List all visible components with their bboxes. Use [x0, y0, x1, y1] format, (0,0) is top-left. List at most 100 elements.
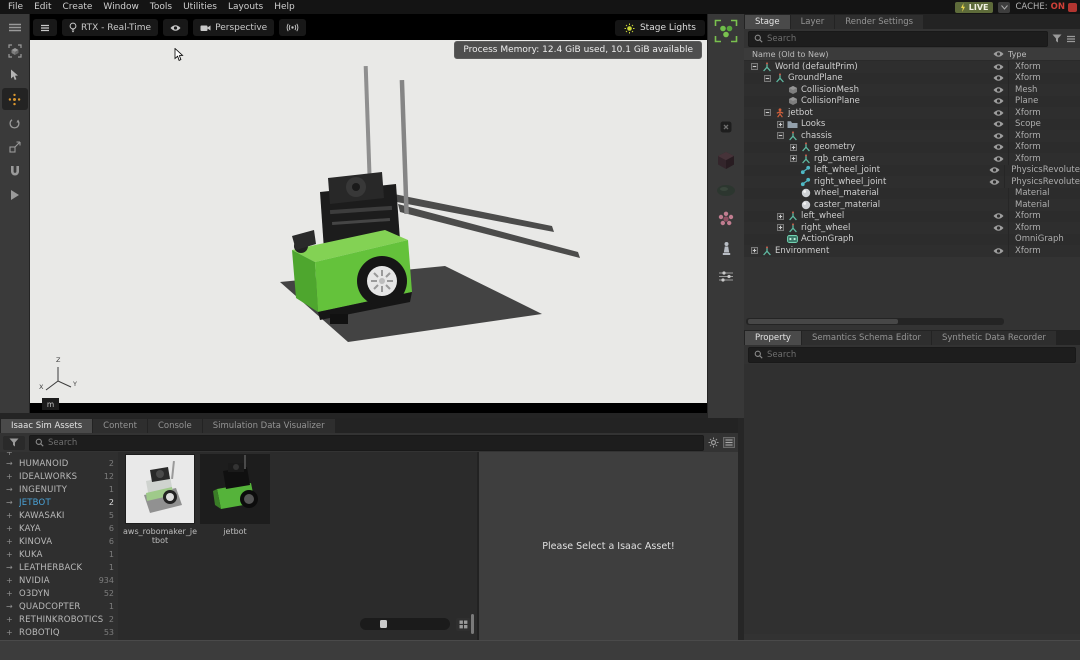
category-expander-icon[interactable]: +: [6, 589, 15, 598]
menu-help[interactable]: Help: [274, 2, 295, 12]
assets-search-input[interactable]: [48, 438, 698, 448]
category-expander-icon[interactable]: +: [6, 628, 15, 637]
vertical-divider[interactable]: [738, 418, 744, 640]
stage-tree-row-right-wheel[interactable]: right_wheelXform: [744, 222, 1080, 234]
menu-file[interactable]: File: [8, 2, 23, 12]
expander-icon[interactable]: [750, 247, 758, 254]
slider-handle[interactable]: [380, 620, 387, 628]
visibility-eye-icon[interactable]: [988, 212, 1008, 220]
cube-icon[interactable]: [711, 151, 741, 170]
bottom-tab-simulation-data-visualizer[interactable]: Simulation Data Visualizer: [203, 419, 335, 433]
asset-card-aws-robomaker-jetbot[interactable]: aws_robomaker_jetbot: [122, 454, 198, 545]
grid-view-button[interactable]: [456, 618, 471, 631]
viewport-options-button[interactable]: [33, 19, 57, 36]
stage-tree-row-collisionplane[interactable]: CollisionPlanePlane: [744, 96, 1080, 108]
assets-filter-button[interactable]: [3, 436, 25, 450]
gear-icon[interactable]: [708, 437, 719, 448]
stage-tree-row-groundplane[interactable]: GroundPlaneXform: [744, 73, 1080, 85]
visibility-eye-icon[interactable]: [988, 224, 1008, 232]
expander-icon[interactable]: [776, 132, 784, 139]
menu-tools[interactable]: Tools: [150, 2, 172, 12]
stage-tree-row-geometry[interactable]: geometryXform: [744, 142, 1080, 154]
asset-category-kaya[interactable]: +KAYA6: [0, 522, 118, 535]
stage-tree-row-environment[interactable]: EnvironmentXform: [744, 245, 1080, 257]
asset-thumbnail[interactable]: [125, 454, 195, 524]
viewport-scene[interactable]: Z X Y: [30, 40, 707, 403]
category-expander-icon[interactable]: →: [6, 602, 15, 611]
bottom-tab-content[interactable]: Content: [93, 419, 147, 433]
viewport-layout-menu-icon[interactable]: [2, 16, 28, 38]
category-expander-icon[interactable]: +: [6, 550, 15, 559]
assets-search-box[interactable]: [29, 435, 704, 451]
category-expander-icon[interactable]: →: [6, 459, 15, 468]
category-expander-icon[interactable]: +: [6, 472, 15, 481]
settings-sliders-icon[interactable]: [711, 270, 741, 283]
thumbnail-size-slider[interactable]: [360, 618, 450, 630]
asset-category-robotiq[interactable]: +ROBOTIQ53: [0, 626, 118, 639]
asset-category-idealworks[interactable]: +IDEALWORKS12: [0, 470, 118, 483]
expander-icon[interactable]: [763, 109, 771, 116]
asset-category-nvidia[interactable]: +NVIDIA934: [0, 574, 118, 587]
visibility-eye-icon[interactable]: [984, 166, 1004, 174]
signal-button[interactable]: [279, 19, 306, 36]
visibility-eye-icon[interactable]: [988, 247, 1008, 255]
stage-tree-row-world-defaultprim[interactable]: World (defaultPrim)Xform: [744, 61, 1080, 73]
category-expander-icon[interactable]: →: [6, 563, 15, 572]
camera-select-button[interactable]: Perspective: [193, 19, 274, 36]
stage-tree-row-wheel-material[interactable]: wheel_materialMaterial: [744, 188, 1080, 200]
stage-tree-row-caster-material[interactable]: caster_materialMaterial: [744, 199, 1080, 211]
menu-create[interactable]: Create: [63, 2, 93, 12]
rotate-tool-icon[interactable]: [2, 112, 28, 134]
physics-icon[interactable]: [711, 211, 741, 227]
expander-icon[interactable]: [789, 144, 797, 151]
renderer-select-button[interactable]: RTX - Real-Time: [62, 19, 158, 36]
visibility-eye-icon[interactable]: [988, 63, 1008, 71]
stage-tab-render-settings[interactable]: Render Settings: [835, 15, 923, 29]
expander-icon[interactable]: [776, 121, 784, 128]
stage-lights-button[interactable]: Stage Lights: [615, 20, 705, 36]
asset-category-quadcopter[interactable]: →QUADCOPTER1: [0, 600, 118, 613]
stage-search-box[interactable]: [748, 31, 1048, 47]
stage-horizontal-scrollbar[interactable]: [746, 318, 1004, 325]
stage-tree-row-left-wheel-joint[interactable]: left_wheel_jointPhysicsRevolute: [744, 165, 1080, 177]
expander-icon[interactable]: [750, 63, 758, 70]
visibility-menu-button[interactable]: [163, 19, 188, 36]
property-tab-property[interactable]: Property: [745, 331, 801, 345]
select-box-icon[interactable]: [2, 40, 28, 62]
stage-tree-row-chassis[interactable]: chassisXform: [744, 130, 1080, 142]
expander-icon[interactable]: [776, 224, 784, 231]
asset-category-kawasaki[interactable]: +KAWASAKI5: [0, 509, 118, 522]
visibility-eye-icon[interactable]: [988, 132, 1008, 140]
property-tab-semantics-schema-editor[interactable]: Semantics Schema Editor: [802, 331, 931, 345]
stage-tree-row-jetbot[interactable]: jetbotXform: [744, 107, 1080, 119]
menu-window[interactable]: Window: [103, 2, 139, 12]
asset-thumbnail[interactable]: [200, 454, 270, 524]
visibility-eye-icon[interactable]: [988, 97, 1008, 105]
expander-icon[interactable]: [763, 75, 771, 82]
visibility-eye-icon[interactable]: [988, 143, 1008, 151]
stage-options-icon[interactable]: [1066, 35, 1076, 43]
property-search-input[interactable]: [767, 350, 1070, 360]
asset-category-leatherback[interactable]: →LEATHERBACK1: [0, 561, 118, 574]
property-search-box[interactable]: [748, 347, 1076, 363]
visibility-eye-icon[interactable]: [988, 109, 1008, 117]
menu-edit[interactable]: Edit: [34, 2, 51, 12]
live-sync-button[interactable]: LIVE: [955, 2, 994, 13]
cursor-select-icon[interactable]: [2, 64, 28, 86]
menu-layouts[interactable]: Layouts: [228, 2, 263, 12]
snap-tool-icon[interactable]: [2, 160, 28, 182]
stage-tree-row-looks[interactable]: LooksScope: [744, 119, 1080, 131]
stage-search-input[interactable]: [767, 34, 1042, 44]
visibility-eye-icon[interactable]: [988, 155, 1008, 163]
asset-grid-scrollbar[interactable]: [471, 614, 474, 634]
asset-category-jetbot[interactable]: →JETBOT2: [0, 496, 118, 509]
list-view-icon[interactable]: [723, 437, 735, 448]
visibility-eye-icon[interactable]: [984, 178, 1004, 186]
stage-tree-row-collisionmesh[interactable]: CollisionMeshMesh: [744, 84, 1080, 96]
category-expander-icon[interactable]: +: [6, 537, 15, 546]
category-expander-icon[interactable]: →: [6, 485, 15, 494]
stage-tree-row-actiongraph[interactable]: ActionGraphOmniGraph: [744, 234, 1080, 246]
expander-icon[interactable]: [776, 213, 784, 220]
stage-tree-row-rgb-camera[interactable]: rgb_cameraXform: [744, 153, 1080, 165]
category-expander-icon[interactable]: +: [6, 511, 15, 520]
